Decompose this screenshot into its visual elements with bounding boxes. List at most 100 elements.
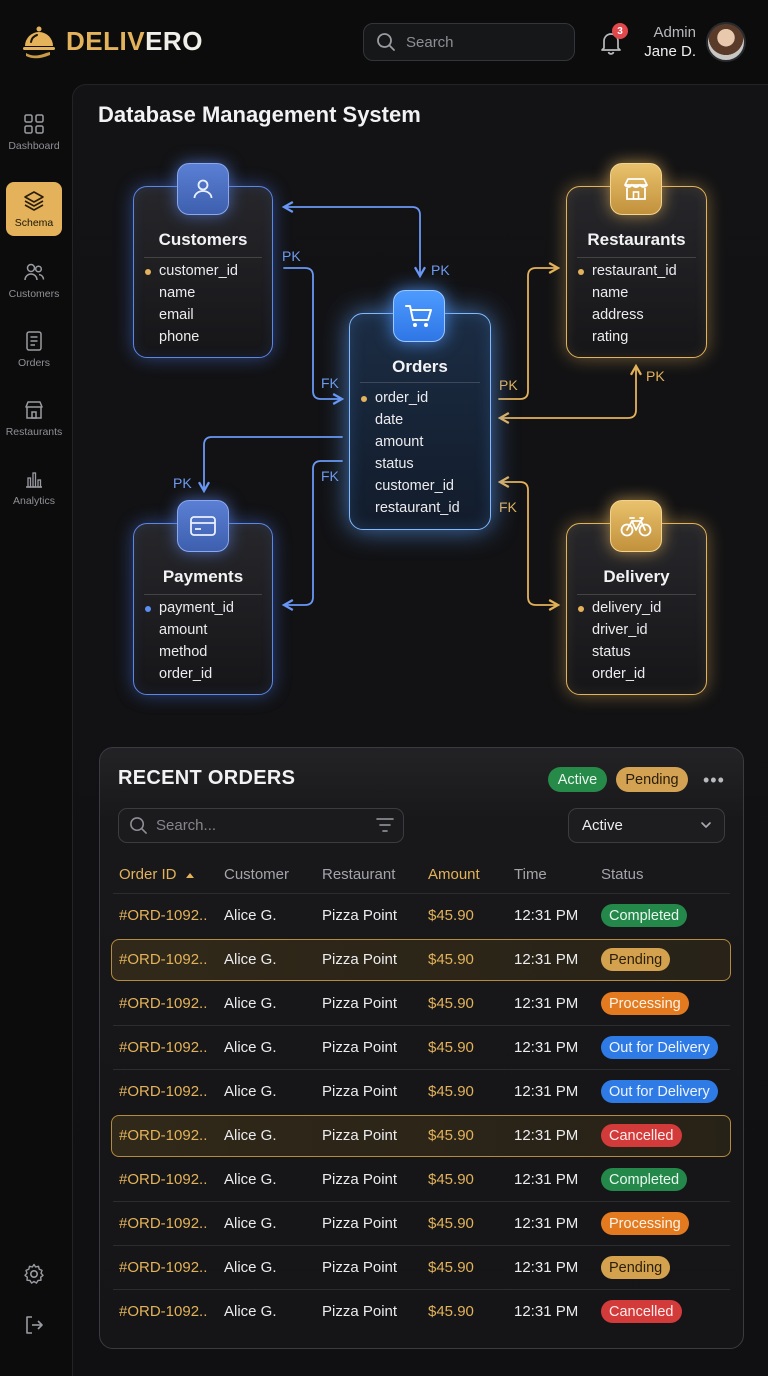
column-header-status[interactable]: Status <box>601 866 644 883</box>
field-status: status <box>592 644 631 660</box>
field-order-id: order_id <box>375 390 429 406</box>
amount-cell: $45.90 <box>428 1259 474 1276</box>
credit-card-icon <box>177 500 229 552</box>
field-method: method <box>159 644 208 660</box>
divider <box>577 257 696 258</box>
chevron-down-icon <box>701 822 711 828</box>
entity-title: Orders <box>392 357 448 376</box>
time-cell: 12:31 PM <box>514 1083 579 1100</box>
filter-chip-active[interactable]: Active <box>548 767 607 792</box>
time-cell: 12:31 PM <box>514 1171 579 1188</box>
customer-cell: Alice G. <box>224 1215 277 1232</box>
orders-search-input[interactable]: Search... <box>118 808 404 843</box>
order-id-cell[interactable]: #ORD-1092.. <box>119 995 207 1012</box>
divider <box>144 594 262 595</box>
customer-cell: Alice G. <box>224 1259 277 1276</box>
entity-title: Delivery <box>603 567 670 586</box>
amount-cell: $45.90 <box>428 1303 474 1320</box>
field-customer-id: customer_id <box>375 478 454 494</box>
status-badge: Out for Delivery <box>601 1036 718 1059</box>
order-id-cell[interactable]: #ORD-1092.. <box>119 1303 207 1320</box>
bicycle-icon <box>610 500 662 552</box>
row-divider <box>113 1025 730 1026</box>
column-header-customer[interactable]: Customer <box>224 866 289 883</box>
amount-cell: $45.90 <box>428 1215 474 1232</box>
order-id-cell[interactable]: #ORD-1092.. <box>119 1215 207 1232</box>
status-badge: Completed <box>601 1168 688 1191</box>
primary-key-dot <box>145 269 151 275</box>
status-filter-select[interactable]: Active <box>568 808 725 843</box>
time-cell: 12:31 PM <box>514 1303 579 1320</box>
pk-label-orders: PK <box>431 262 450 278</box>
field-amount: amount <box>375 434 424 450</box>
restaurant-cell: Pizza Point <box>322 1039 398 1056</box>
time-cell: 12:31 PM <box>514 995 579 1012</box>
field-order-id: order_id <box>592 666 646 682</box>
connector-restaurants-orders-fk <box>497 363 643 425</box>
order-id-cell[interactable]: #ORD-1092.. <box>119 1171 207 1188</box>
time-cell: 12:31 PM <box>514 1039 579 1056</box>
time-cell: 12:31 PM <box>514 1259 579 1276</box>
order-id-cell[interactable]: #ORD-1092.. <box>119 1039 207 1056</box>
customer-cell: Alice G. <box>224 1303 277 1320</box>
column-header-restaurant[interactable]: Restaurant <box>322 866 395 883</box>
fk-label-order-id-payments: FK <box>321 468 339 484</box>
divider <box>360 382 480 383</box>
gear-icon[interactable] <box>22 1262 46 1286</box>
customer-cell: Alice G. <box>224 907 277 924</box>
field-status: status <box>375 456 414 472</box>
order-id-cell[interactable]: #ORD-1092.. <box>119 1259 207 1276</box>
order-id-cell[interactable]: #ORD-1092.. <box>119 1127 207 1144</box>
pk-label-restaurants-link: PK <box>499 377 518 393</box>
pk-label-customers: PK <box>282 248 301 264</box>
field-driver-id: driver_id <box>592 622 648 638</box>
time-cell: 12:31 PM <box>514 1215 579 1232</box>
column-header-order-id[interactable]: Order ID <box>119 866 195 883</box>
orders-search-placeholder: Search... <box>156 817 217 834</box>
field-payment-id: payment_id <box>159 600 234 616</box>
time-cell: 12:31 PM <box>514 951 579 968</box>
field-rating: rating <box>592 329 629 345</box>
field-name: name <box>159 285 196 301</box>
user-icon <box>177 163 229 215</box>
customer-cell: Alice G. <box>224 1127 277 1144</box>
restaurant-cell: Pizza Point <box>322 1127 398 1144</box>
filter-chip-pending[interactable]: Pending <box>616 767 688 792</box>
column-header-time[interactable]: Time <box>514 866 547 883</box>
customer-cell: Alice G. <box>224 1171 277 1188</box>
amount-cell: $45.90 <box>428 951 474 968</box>
logout-icon[interactable] <box>22 1313 46 1337</box>
primary-key-dot <box>145 606 151 612</box>
filter-icon[interactable] <box>375 816 395 834</box>
more-options-icon[interactable]: ••• <box>703 770 725 791</box>
status-badge: Cancelled <box>601 1124 682 1147</box>
time-cell: 12:31 PM <box>514 1127 579 1144</box>
status-badge: Out for Delivery <box>601 1080 718 1103</box>
restaurant-cell: Pizza Point <box>322 1215 398 1232</box>
status-badge: Cancelled <box>601 1300 682 1323</box>
order-id-cell[interactable]: #ORD-1092.. <box>119 951 207 968</box>
restaurant-cell: Pizza Point <box>322 951 398 968</box>
column-header-amount[interactable]: Amount <box>428 866 480 883</box>
field-name: name <box>592 285 629 301</box>
amount-cell: $45.90 <box>428 1127 474 1144</box>
primary-key-dot <box>578 606 584 612</box>
cart-icon <box>393 290 445 342</box>
order-id-cell[interactable]: #ORD-1092.. <box>119 907 207 924</box>
connector-customers-orders-top <box>281 200 427 279</box>
primary-key-dot <box>361 396 367 402</box>
field-amount: amount <box>159 622 208 638</box>
field-customer-id: customer_id <box>159 263 238 279</box>
pk-label-restaurants: PK <box>646 368 665 384</box>
field-order-id: order_id <box>159 666 213 682</box>
fk-label-customer-id: FK <box>321 375 339 391</box>
field-restaurant-id: restaurant_id <box>375 500 460 516</box>
column-header-label: Order ID <box>119 866 177 883</box>
order-id-cell[interactable]: #ORD-1092.. <box>119 1083 207 1100</box>
search-icon <box>130 817 147 834</box>
restaurant-cell: Pizza Point <box>322 1171 398 1188</box>
entity-orders[interactable]: Orders order_id date amount status custo… <box>349 313 491 530</box>
customer-cell: Alice G. <box>224 951 277 968</box>
entity-title: Restaurants <box>587 230 686 249</box>
row-divider <box>113 1069 730 1070</box>
